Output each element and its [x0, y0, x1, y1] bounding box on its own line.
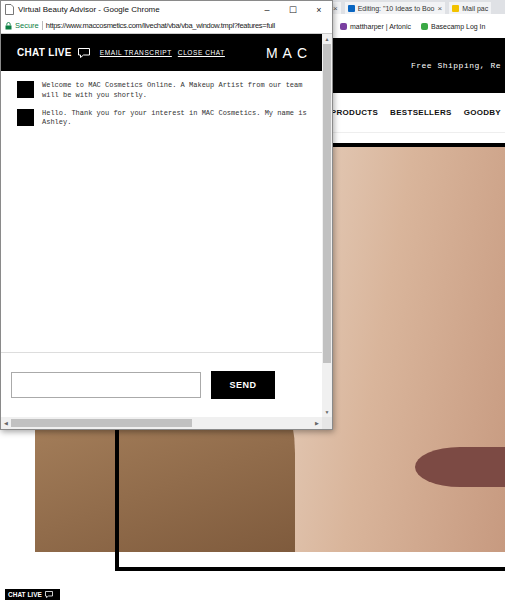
chat-window: Virtual Beauty Advisor - Google Chrome –☐…: [0, 0, 333, 430]
message-input[interactable]: [11, 372, 201, 398]
chat-body: CHAT LIVE EMAIL TRANSCRIPT CLOSE CHAT MAC We…: [1, 34, 332, 417]
tab-close-button[interactable]: ×: [438, 4, 443, 13]
message-list: Welcome to MAC Cosmetics Online. A Makeu…: [1, 71, 322, 352]
avatar-icon: [17, 109, 34, 126]
message-text: Welcome to MAC Cosmetics Online. A Makeu…: [42, 81, 312, 101]
tab-label: Mail pac: [462, 5, 488, 12]
browser-tab[interactable]: Editing: "10 Ideas to Boo×: [345, 2, 446, 14]
bookmark-icon: [340, 23, 347, 30]
promo-text: Free Shipping, Re: [411, 61, 501, 70]
send-button[interactable]: SEND: [211, 371, 275, 399]
chat-live-title: CHAT LIVE: [17, 47, 72, 58]
tab-favicon-icon: [348, 5, 355, 12]
scroll-right-button[interactable]: ▶: [312, 418, 322, 428]
window-control-button[interactable]: –: [254, 5, 280, 15]
scroll-track: [322, 44, 332, 407]
secure-label: Secure: [15, 21, 39, 30]
scroll-down-button[interactable]: ▼: [322, 407, 332, 417]
scroll-thumb[interactable]: [11, 419, 192, 427]
close-chat-link[interactable]: CLOSE CHAT: [178, 49, 225, 56]
chat-bubble-icon: [78, 48, 90, 58]
tab-label: Editing: "10 Ideas to Boo: [358, 5, 435, 12]
window-control-button[interactable]: ×: [306, 5, 332, 15]
nav-item[interactable]: BESTSELLERS: [390, 108, 452, 117]
scroll-track: [11, 417, 312, 429]
vertical-scrollbar[interactable]: ▲▼: [322, 34, 332, 417]
chat-main: CHAT LIVE EMAIL TRANSCRIPT CLOSE CHAT MAC We…: [1, 34, 322, 417]
mac-logo: MAC: [266, 45, 312, 61]
bookmark[interactable]: Basecamp Log In: [421, 23, 485, 30]
lock-icon: [5, 22, 12, 30]
window-controls: –☐×: [254, 5, 332, 15]
separator: [42, 21, 43, 30]
screen: ×Editing: "10 Ideas to Boo×Mail pacmatth…: [0, 0, 505, 600]
tab-favicon-icon: [452, 5, 459, 12]
url: https://www.maccosmetics.com/livechat/vb…: [46, 21, 275, 30]
composer: SEND: [1, 352, 322, 417]
scroll-corner: [322, 417, 332, 429]
chat-live-button[interactable]: CHAT LIVE: [5, 589, 60, 600]
window-control-button[interactable]: ☐: [280, 5, 306, 15]
message: Hello. Thank you for your interest in MA…: [17, 109, 312, 129]
scroll-thumb[interactable]: [323, 44, 331, 363]
scroll-up-button[interactable]: ▲: [322, 34, 332, 44]
nav-item[interactable]: GOODBY: [464, 108, 501, 117]
avatar-icon: [17, 81, 34, 98]
email-transcript-link[interactable]: EMAIL TRANSCRIPT: [100, 49, 172, 56]
browser-tab[interactable]: Mail pac: [449, 2, 491, 14]
tab-close-button[interactable]: ×: [333, 4, 338, 13]
address-bar[interactable]: Secure https://www.maccosmetics.com/livec…: [1, 18, 332, 34]
message: Welcome to MAC Cosmetics Online. A Makeu…: [17, 81, 312, 101]
nav-item[interactable]: PRODUCTS: [331, 108, 378, 117]
chat-header: CHAT LIVE EMAIL TRANSCRIPT CLOSE CHAT MAC: [1, 34, 322, 71]
page-icon: [5, 4, 14, 15]
window-title: Virtual Beauty Advisor - Google Chrome: [18, 5, 160, 14]
bookmark[interactable]: mattharper | Artonic: [340, 23, 411, 30]
horizontal-scrollbar[interactable]: ◀▶: [1, 417, 332, 429]
bookmark-icon: [421, 23, 428, 30]
scroll-left-button[interactable]: ◀: [1, 418, 11, 428]
lips-shape: [415, 447, 505, 487]
chat-bubble-icon: [45, 591, 53, 598]
message-text: Hello. Thank you for your interest in MA…: [42, 109, 312, 129]
title-bar: Virtual Beauty Advisor - Google Chrome –☐…: [1, 1, 332, 18]
